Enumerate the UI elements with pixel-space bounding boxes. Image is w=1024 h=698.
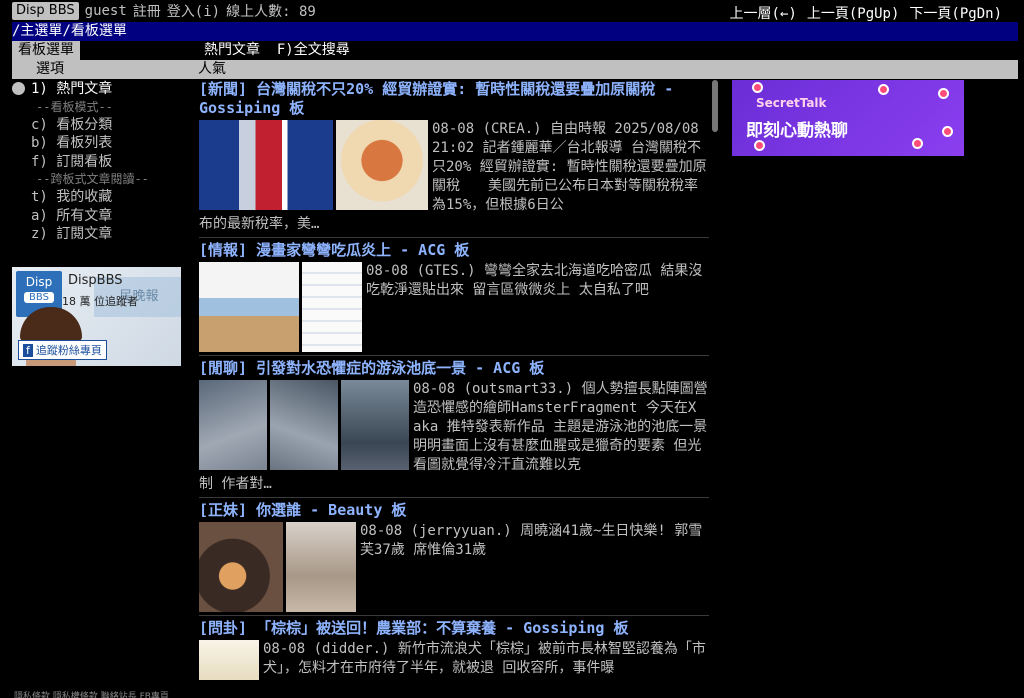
heart-icon [942,126,953,137]
column-popularity: 人氣 [198,61,226,77]
breadcrumb-board[interactable]: /看板選單 [62,23,126,39]
menu-item-subscribe-label: f) 訂閱看板 [31,153,113,170]
ad-brand: SecretTalk [756,96,827,110]
heart-icon [938,88,949,99]
list-item[interactable]: [閒聊] 引發對水恐懼症的游泳池底一景 - ACG 板 08-08 (outsm… [199,359,709,498]
ad-follower-count: 18 萬 位追蹤者 [62,295,138,308]
thumbnail-image [199,640,259,680]
ad-name: DispBBS [68,273,123,288]
menu-item-boardlist[interactable]: b) 看板列表 [12,134,194,153]
tab-hot-search: 熱門文章 F)全文搜尋 [204,41,350,60]
thumbnail-image [286,522,356,612]
register-link[interactable]: 註冊 [133,1,161,21]
footer-links[interactable]: 隱私條款 隱私權條款 聯絡站長 FB專頁 [14,689,169,698]
top-status-bar: Disp BBS guest 註冊 登入(i) 線上人數: 89 上一層(←) … [0,0,1024,22]
thumbnail-image [199,262,299,352]
breadcrumb: /主選單/看板選單 [12,22,1018,41]
facebook-icon: f [23,344,33,357]
article-snippet: 08-08 (GTES.) 彎彎全家去北海道吃哈密瓜 結果沒吃乾淨還貼出來 留言… [366,263,703,298]
list-item[interactable]: [問卦] 「棕棕」被送回！農業部：不算棄養 - Gossiping 板 08-0… [199,619,709,683]
menu-item-hot[interactable]: 1) 熱門文章 [12,80,194,99]
article-snippet: 08-08 (didder.) 新竹市流浪犬「棕棕」被前市長林智堅認養為「市犬」… [263,641,706,676]
login-link[interactable]: 登入(i) [167,1,220,21]
breadcrumb-main[interactable]: /主選單 [12,23,62,39]
thumbnail-image [336,120,428,210]
left-menu: 1) 熱門文章 --看板模式-- c) 看板分類 b) 看板列表 f) 訂閱看板… [12,80,194,244]
menu-item-subscribed-label: z) 訂閱文章 [31,226,113,242]
menu-item-favorites-label: t) 我的收藏 [31,189,113,205]
article-list: [新聞] 台灣關稅不只20% 經貿辦證實: 暫時性關稅還要疊加原關稅 - Gos… [199,80,709,686]
heart-icon [878,84,889,95]
article-snippet: 08-08 (CREA.) 自由時報 2025/08/08 21:02 記者鍾麗… [432,121,707,213]
tab-board-menu[interactable]: 看板選單 [12,41,80,60]
ad-slogan: 即刻心動熱聊 [746,121,848,141]
thumbnail-image [199,380,267,470]
article-title[interactable]: [情報] 漫畫家彎彎吃瓜炎上 - ACG 板 [199,241,709,260]
column-header: 選項 人氣 [12,60,1018,79]
list-item[interactable]: [正妹] 你選誰 - Beauty 板 08-08 (jerryyuan.) 周… [199,501,709,616]
page-nav: 上一層(←) 上一頁(PgUp) 下一頁(PgDn) [730,3,1002,23]
article-title[interactable]: [問卦] 「棕棕」被送回！農業部：不算棄養 - Gossiping 板 [199,619,709,638]
fb-follow-button[interactable]: f 追蹤粉絲專頁 [18,340,107,360]
nav-next-button[interactable]: 下一頁(PgDn) [909,3,1002,23]
tab-row: 看板選單 熱門文章 F)全文搜尋 [12,41,1018,60]
thumbnail-image [302,262,362,352]
scrollbar[interactable] [712,80,718,132]
left-advertisement[interactable]: 民晚報 Disp BBS DispBBS 18 萬 位追蹤者 f 追蹤粉絲專頁 [12,267,181,366]
menu-item-classify[interactable]: c) 看板分類 [12,116,194,135]
menu-item-subscribed[interactable]: z) 訂閱文章 [12,225,194,244]
menu-item-boardlist-label: b) 看板列表 [31,135,113,151]
nav-prev-button[interactable]: 上一頁(PgUp) [807,3,900,23]
nav-up-button[interactable]: 上一層(←) [730,3,797,23]
heart-icon [912,138,923,149]
online-count: 線上人數: 89 [226,4,316,20]
menu-item-all-label: a) 所有文章 [31,207,113,224]
list-item[interactable]: [情報] 漫畫家彎彎吃瓜炎上 - ACG 板 08-08 (GTES.) 彎彎全… [199,241,709,356]
article-snippet: 08-08 (outsmart33.) 個人勢擅長點陣圖營造恐懼感的繪師Hams… [413,381,708,473]
menu-item-favorites[interactable]: t) 我的收藏 [12,188,194,207]
site-logo[interactable]: Disp BBS [12,2,79,20]
thumbnail-image [199,522,283,612]
disp-logo-bottom: BBS [24,292,54,303]
article-snippet: 08-08 (jerryyuan.) 周曉涵41歲~生日快樂! 郭雪芙37歲 席… [360,523,703,558]
tab-fulltext-search[interactable]: F)全文搜尋 [277,42,350,58]
article-snippet-tail: 布的最新稅率，美… [199,216,320,232]
article-title[interactable]: [正妹] 你選誰 - Beauty 板 [199,501,709,520]
menu-item-all[interactable]: a) 所有文章 [12,207,194,226]
right-advertisement[interactable]: SecretTalk 即刻心動熱聊 [732,80,964,156]
fb-follow-label: 追蹤粉絲專頁 [35,344,102,357]
article-snippet-tail: 制 作者對… [199,476,272,492]
username: guest [84,3,127,19]
list-item[interactable]: [新聞] 台灣關稅不只20% 經貿辦證實: 暫時性關稅還要疊加原關稅 - Gos… [199,80,709,238]
menu-item-subscribe[interactable]: f) 訂閱看板 [12,153,194,172]
menu-item-classify-label: c) 看板分類 [31,116,113,133]
menu-item-hot-label: 1) 熱門文章 [31,81,113,97]
article-title[interactable]: [新聞] 台灣關稅不只20% 經貿辦證實: 暫時性關稅還要疊加原關稅 - Gos… [199,80,709,118]
thumbnail-image [341,380,409,470]
tab-hot-articles[interactable]: 熱門文章 [204,42,260,58]
article-title[interactable]: [閒聊] 引發對水恐懼症的游泳池底一景 - ACG 板 [199,359,709,378]
heart-icon [752,82,763,93]
thumbnail-image [199,120,333,210]
menu-separator-cross: --跨板式文章閱讀-- [36,172,149,186]
column-option: 選項 [36,61,64,77]
menu-separator-board: --看板模式-- [36,99,113,114]
heart-icon [754,140,765,151]
disp-logo-top: Disp [25,275,53,289]
cursor-dot-icon [12,82,25,95]
thumbnail-image [270,380,338,470]
